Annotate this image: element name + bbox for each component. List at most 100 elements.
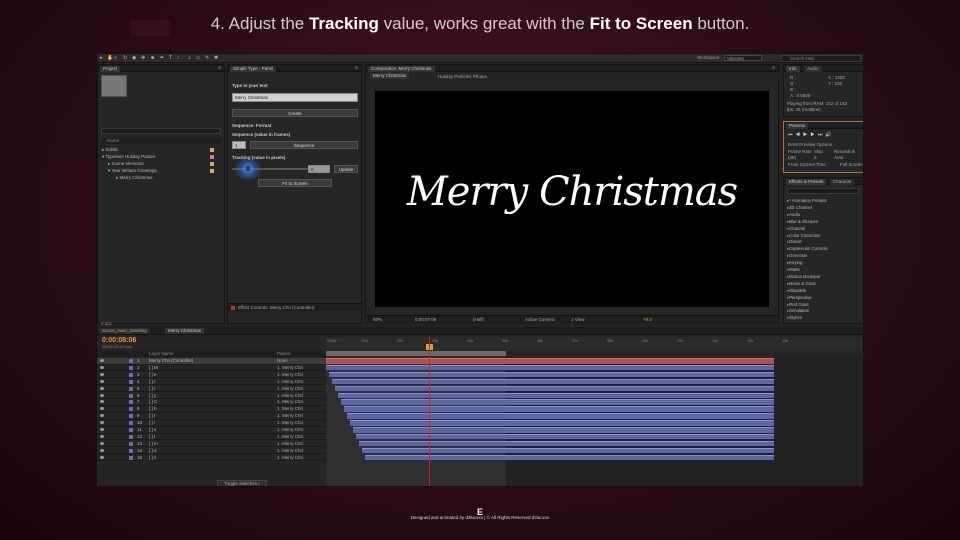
project-search-input[interactable] [101, 128, 221, 134]
zoom-dropdown[interactable]: 50% [373, 317, 382, 322]
visibility-eye-icon[interactable] [100, 441, 104, 445]
skip-value[interactable]: 0 [814, 155, 817, 160]
effects-category-item[interactable]: 3D Channel [787, 205, 812, 211]
layer-duration-bar[interactable] [350, 420, 774, 426]
parent-dropdown[interactable]: 1. Merry Chri [277, 420, 303, 426]
visibility-eye-icon[interactable] [100, 393, 104, 397]
effects-category-item[interactable]: Channel [787, 226, 805, 232]
layer-duration-bar[interactable] [362, 447, 774, 454]
puppet-tool-icon[interactable]: ✱ [214, 56, 219, 61]
layer-row[interactable]: 13 [ ] m 1. Merry Chri [97, 441, 326, 448]
layer-name[interactable]: [ ] y [149, 393, 156, 399]
timeline-timecode[interactable]: 0:00:08:06 [102, 337, 136, 344]
label-color-swatch[interactable] [129, 448, 133, 453]
layer-duration-bar[interactable] [356, 433, 774, 440]
parent-dropdown[interactable]: 1. Merry Chri [277, 455, 303, 461]
layer-duration-bar[interactable] [329, 371, 774, 378]
layer-row[interactable]: 7 [ ] C 1. Merry Chri [97, 399, 326, 406]
label-color-swatch[interactable] [129, 455, 133, 460]
layer-duration-bar[interactable] [347, 413, 774, 419]
label-color-swatch[interactable] [129, 428, 133, 432]
layer-name[interactable]: [ ] s [149, 427, 156, 433]
layer-name[interactable]: [ ] r [149, 386, 156, 392]
layer-row[interactable]: 14 [ ] a 1. Merry Chri [97, 448, 326, 455]
views-dropdown[interactable]: 1 View [571, 317, 584, 322]
layer-duration-bar[interactable] [341, 399, 774, 405]
text-input[interactable]: Merry Christmas [232, 93, 358, 102]
tab-character[interactable]: Characte [830, 179, 855, 185]
type-tool-icon[interactable]: T [169, 56, 174, 61]
layer-row[interactable]: 9 [ ] r 1. Merry Chri [97, 413, 326, 420]
effects-search-input[interactable] [787, 188, 859, 194]
playback-controls[interactable]: ⏮◀▶▶⏭🔊 [788, 132, 835, 138]
parent-dropdown[interactable]: 1. Merry Chri [277, 379, 303, 385]
rectangle-tool-icon[interactable]: ■ [151, 56, 156, 61]
tab-scene-main[interactable]: Scene_main_Greeting [99, 328, 150, 334]
layer-duration-bar[interactable] [344, 406, 774, 412]
create-button[interactable]: Create [232, 109, 358, 117]
brush-tool-icon[interactable]: ∕ [178, 56, 183, 61]
composition-viewer[interactable]: Merry Christmas [375, 91, 769, 307]
label-color-swatch[interactable] [129, 379, 133, 384]
tab-timeline-merry[interactable]: Merry Christmas [165, 328, 205, 334]
close-icon[interactable] [231, 306, 235, 310]
layer-row[interactable]: 4 [ ] r 1. Merry Chri [97, 379, 326, 386]
project-item[interactable]: ▾ Year Written Greetings [108, 167, 157, 174]
label-color-swatch[interactable] [129, 372, 133, 377]
layer-row[interactable]: 6 [ ] y 1. Merry Chri [97, 393, 326, 399]
parent-dropdown[interactable]: 1. Merry Chri [277, 393, 303, 399]
layer-name[interactable]: [ ] r [149, 413, 156, 419]
pan-behind-tool-icon[interactable]: ✥ [141, 56, 146, 61]
layer-name[interactable]: Merry Chri [Controller] [149, 358, 193, 364]
resolution-value[interactable]: Auto [834, 155, 843, 160]
exposure-value[interactable]: +0.0 [643, 317, 652, 322]
label-color-swatch[interactable] [129, 441, 133, 446]
layer-row[interactable]: 5 [ ] r 1. Merry Chri [97, 386, 326, 393]
layer-row[interactable]: 12 [ ] t 1. Merry Chri [97, 434, 326, 441]
effects-category-item[interactable]: Red Giant [787, 302, 808, 308]
fit-to-screen-button[interactable]: Fit to Screen [258, 179, 332, 187]
layer-row[interactable]: 10 [ ] i 1. Merry Chri [97, 420, 326, 427]
parent-dropdown[interactable]: 1. Merry Chri [277, 386, 303, 392]
tracking-slider-handle[interactable] [246, 166, 250, 171]
effects-category-item[interactable]: Perspective [787, 295, 811, 301]
panel-menu-icon[interactable]: ≡ [355, 65, 358, 71]
label-color-swatch[interactable] [129, 359, 133, 363]
label-color-swatch[interactable] [129, 434, 133, 439]
resolution-dropdown[interactable]: (Half) [473, 317, 484, 322]
parent-dropdown[interactable]: 1. Merry Chri [277, 413, 303, 419]
layer-name[interactable]: [ ] i [149, 420, 155, 426]
layer-duration-bar[interactable] [353, 427, 774, 433]
layer-row[interactable]: 15 [ ] s 1. Merry Chri [97, 455, 326, 462]
visibility-eye-icon[interactable] [100, 434, 104, 438]
effects-category-item[interactable]: Expression Controls [787, 246, 827, 252]
label-color-swatch[interactable] [129, 365, 133, 370]
parent-dropdown[interactable]: 1. Merry Chri [277, 365, 303, 371]
work-area-bar[interactable] [326, 351, 506, 356]
effects-category-item[interactable]: Blur & Sharpen [787, 219, 818, 225]
layer-row[interactable]: 11 [ ] s 1. Merry Chri [97, 427, 326, 434]
visibility-eye-icon[interactable] [100, 421, 104, 425]
visibility-eye-icon[interactable] [100, 400, 104, 404]
visibility-eye-icon[interactable] [100, 414, 104, 418]
visibility-eye-icon[interactable] [100, 448, 104, 452]
effects-category-item[interactable]: Obsolete [787, 288, 806, 294]
effects-category-item[interactable]: Stylize [787, 315, 802, 321]
effects-category-item[interactable]: Distort [787, 239, 801, 245]
parent-dropdown[interactable]: 1. Merry Chri [277, 372, 303, 378]
comp-breadcrumb[interactable]: Holiday Particles Photos [438, 74, 487, 79]
layer-row[interactable]: 1 Merry Chri [Controller] None [97, 358, 326, 365]
layer-duration-bar[interactable] [332, 378, 774, 385]
layer-name[interactable]: [ ] a [149, 448, 157, 454]
rotate-tool-icon[interactable]: ↻ [123, 56, 128, 61]
pen-tool-icon[interactable]: ✒ [160, 56, 165, 61]
tab-preview[interactable]: Preview [786, 123, 809, 129]
panel-menu-icon[interactable]: ≡ [218, 65, 221, 71]
layer-row[interactable]: 2 [ ] M 1. Merry Chri [97, 365, 326, 372]
project-item[interactable]: ▸ Scene elements [108, 160, 144, 167]
search-help-input[interactable]: Search Help [781, 55, 861, 62]
visibility-eye-icon[interactable] [100, 455, 104, 459]
parent-dropdown[interactable]: 1. Merry Chri [277, 427, 303, 433]
tab-project[interactable]: Project [100, 66, 121, 72]
sequence-button[interactable]: Sequence [250, 141, 358, 149]
